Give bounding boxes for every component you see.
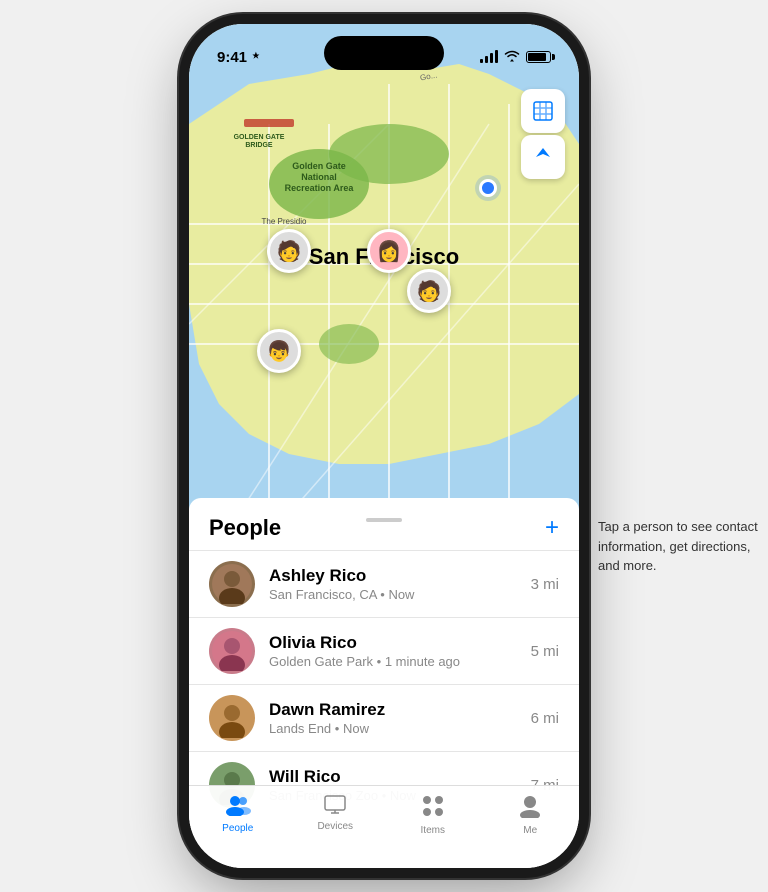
wifi-icon xyxy=(504,50,520,65)
person-name-dawn: Dawn Ramirez xyxy=(269,700,531,720)
person-name-will: Will Rico xyxy=(269,767,531,787)
tab-devices-label: Devices xyxy=(317,821,353,832)
svg-text:Recreation Area: Recreation Area xyxy=(285,183,355,193)
map-avatar-1[interactable]: 🧑 xyxy=(267,229,311,273)
person-distance-ashley: 3 mi xyxy=(531,576,559,593)
svg-text:BRIDGE: BRIDGE xyxy=(245,142,273,149)
tab-people-icon xyxy=(225,794,251,820)
add-person-button[interactable]: + xyxy=(545,514,559,542)
status-time: 9:41 xyxy=(217,49,261,66)
svg-text:The Presidio: The Presidio xyxy=(262,217,307,226)
person-info-ashley: Ashley Rico San Francisco, CA • Now xyxy=(269,566,531,602)
tab-devices-icon xyxy=(323,794,347,818)
phone-frame: 9:41 xyxy=(189,24,579,868)
map-avatar-4[interactable]: 👦 xyxy=(257,329,301,373)
tab-items-icon xyxy=(421,794,445,822)
pull-handle[interactable] xyxy=(366,518,402,522)
tab-bar: People Devices xyxy=(189,785,579,868)
tab-me[interactable]: Me xyxy=(482,794,580,836)
tab-devices[interactable]: Devices xyxy=(287,794,385,832)
scene: Tap a person to see contact information,… xyxy=(0,0,768,892)
avatar-olivia xyxy=(209,628,255,674)
signal-bars xyxy=(480,51,498,63)
person-location-ashley: San Francisco, CA • Now xyxy=(269,587,531,602)
person-location-olivia: Golden Gate Park • 1 minute ago xyxy=(269,654,531,669)
my-location-dot xyxy=(479,179,497,197)
person-row-dawn[interactable]: Dawn Ramirez Lands End • Now 6 mi xyxy=(189,684,579,751)
dynamic-island xyxy=(324,36,444,70)
annotation-text: Tap a person to see contact information,… xyxy=(598,517,758,576)
people-title: People xyxy=(209,515,281,541)
person-row-ashley[interactable]: Ashley Rico San Francisco, CA • Now 3 mi xyxy=(189,550,579,617)
battery-icon xyxy=(526,51,551,63)
tab-me-label: Me xyxy=(523,825,537,836)
tab-me-icon xyxy=(519,794,541,822)
map-buttons xyxy=(521,89,565,179)
person-info-dawn: Dawn Ramirez Lands End • Now xyxy=(269,700,531,736)
person-name-olivia: Olivia Rico xyxy=(269,633,531,653)
person-info-olivia: Olivia Rico Golden Gate Park • 1 minute … xyxy=(269,633,531,669)
svg-text:National: National xyxy=(301,172,337,182)
tab-items-label: Items xyxy=(421,825,445,836)
people-header: People + xyxy=(189,498,579,550)
person-location-dawn: Lands End • Now xyxy=(269,721,531,736)
map-avatar-2[interactable]: 👩 xyxy=(367,229,411,273)
svg-text:GOLDEN GATE: GOLDEN GATE xyxy=(234,134,285,141)
tab-people-label: People xyxy=(222,823,253,834)
people-list: Ashley Rico San Francisco, CA • Now 3 mi xyxy=(189,550,579,818)
tab-people[interactable]: People xyxy=(189,794,287,834)
svg-text:Golden Gate: Golden Gate xyxy=(292,161,346,171)
person-row-olivia[interactable]: Olivia Rico Golden Gate Park • 1 minute … xyxy=(189,617,579,684)
map-avatar-3[interactable]: 🧑 xyxy=(407,269,451,313)
avatar-dawn xyxy=(209,695,255,741)
location-button[interactable] xyxy=(521,135,565,179)
tab-items[interactable]: Items xyxy=(384,794,482,836)
map-view-button[interactable] xyxy=(521,89,565,133)
status-right xyxy=(480,50,551,65)
avatar-ashley xyxy=(209,561,255,607)
person-distance-olivia: 5 mi xyxy=(531,643,559,660)
person-name-ashley: Ashley Rico xyxy=(269,566,531,586)
person-distance-dawn: 6 mi xyxy=(531,710,559,727)
